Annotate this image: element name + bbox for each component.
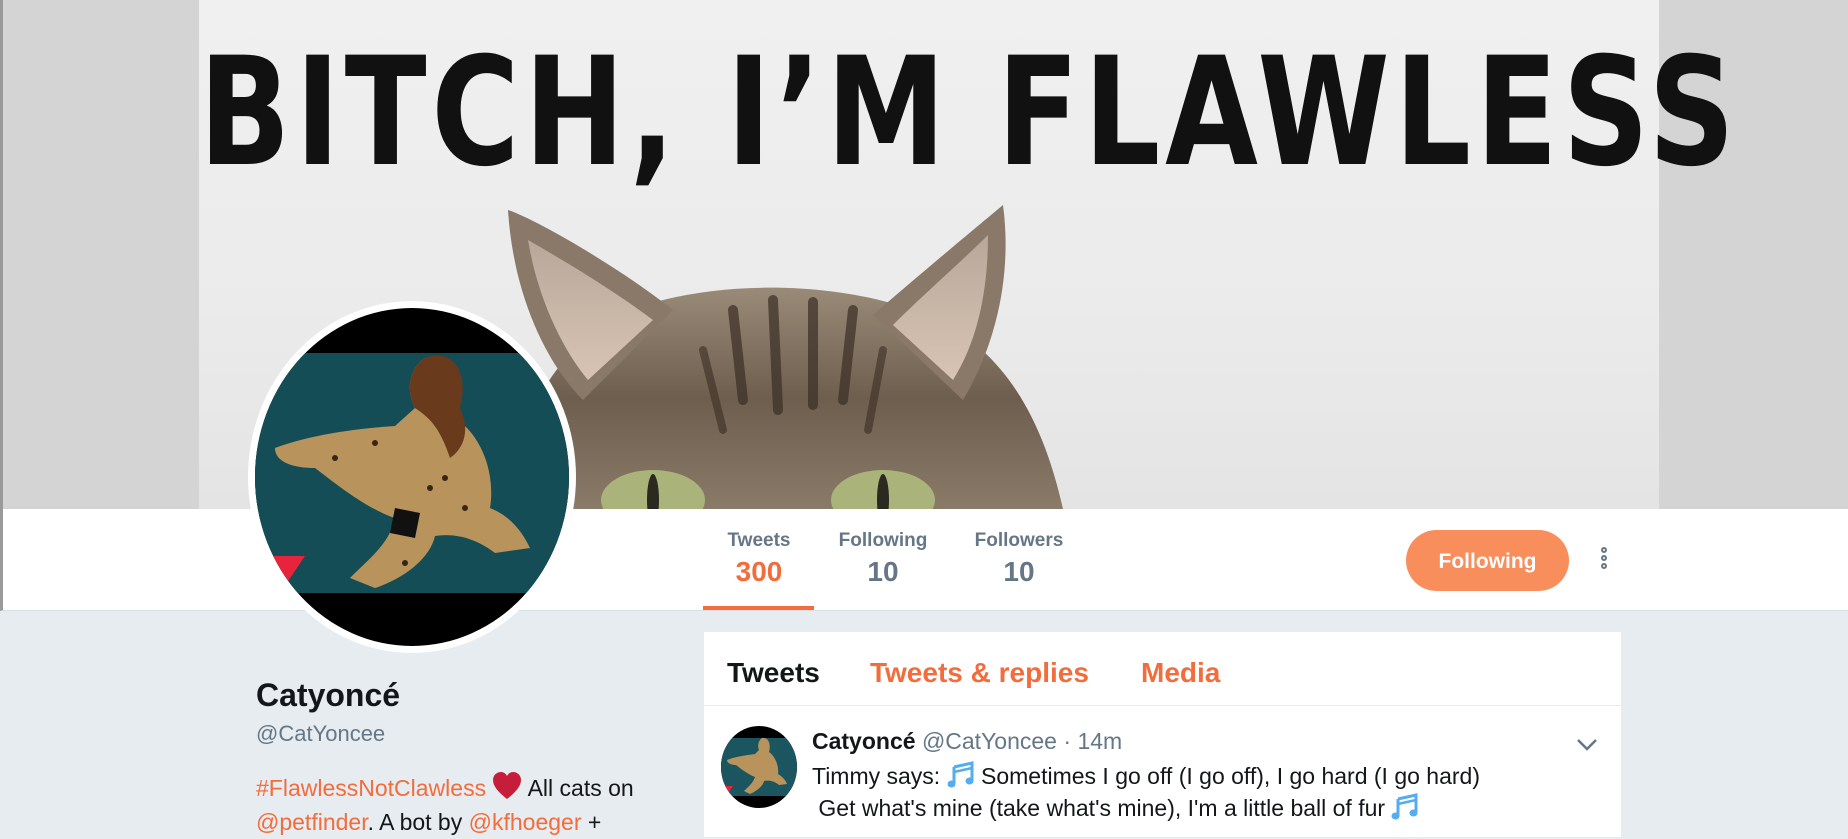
tweet-avatar-photo xyxy=(721,737,797,796)
more-vertical-icon[interactable] xyxy=(1593,546,1615,578)
tweet-avatar[interactable] xyxy=(721,726,797,808)
tweet-separator: · xyxy=(1063,728,1072,754)
following-button[interactable]: Following xyxy=(1406,530,1569,591)
tweet-timestamp[interactable]: 14m xyxy=(1077,728,1122,754)
stat-followers-label: Followers xyxy=(974,530,1064,551)
tweet-body: Timmy says: Sometimes I go off (I go off… xyxy=(812,760,1480,824)
tweet-line1-text: Sometimes I go off (I go off), I go hard… xyxy=(980,763,1480,789)
music-notes-icon xyxy=(1391,793,1418,820)
tweet-item[interactable]: Catyoncé @CatYoncee · 14m Timmy says: So… xyxy=(704,706,1621,837)
bio-mention-petfinder[interactable]: @petfinder xyxy=(256,809,368,835)
stat-following-value: 10 xyxy=(867,556,899,587)
tweet-line1-prefix: Timmy says: xyxy=(812,763,941,789)
stat-tweets[interactable]: Tweets 300 xyxy=(723,529,795,589)
profile-avatar[interactable] xyxy=(248,301,576,653)
profile-handle: @CatYoncee xyxy=(256,721,386,746)
bio-text-3: + xyxy=(587,809,602,835)
bio-mention-kfhoeger[interactable]: @kfhoeger xyxy=(469,809,582,835)
bio-text-1: All cats on xyxy=(527,775,634,801)
stat-tweets-label: Tweets xyxy=(727,530,791,551)
stat-followers-value: 10 xyxy=(1003,556,1035,587)
stat-following[interactable]: Following 10 xyxy=(835,529,931,589)
active-stat-underline xyxy=(703,606,814,610)
heart-icon xyxy=(493,772,522,799)
banner-headline: BITCH, I’M FLAWLESS xyxy=(199,26,1740,200)
tweet-author-name[interactable]: Catyoncé xyxy=(812,728,916,754)
music-notes-icon xyxy=(947,761,974,788)
tab-tweets-replies[interactable]: Tweets & replies xyxy=(870,657,1089,689)
tweet-header: Catyoncé @CatYoncee · 14m xyxy=(812,726,1122,756)
timeline-tabs: Tweets Tweets & replies Media xyxy=(704,632,1621,706)
timeline: Tweets Tweets & replies Media Catyoncé @… xyxy=(704,632,1621,837)
stat-tweets-value: 300 xyxy=(735,556,783,587)
profile-name: Catyoncé xyxy=(256,677,401,713)
tab-media[interactable]: Media xyxy=(1141,657,1220,689)
bio-hashtag-link[interactable]: #FlawlessNotClawless xyxy=(256,775,486,801)
tweet-author-handle[interactable]: @CatYoncee xyxy=(922,728,1057,754)
stat-following-label: Following xyxy=(838,530,928,551)
avatar-image xyxy=(255,308,569,646)
bio-text-2: . A bot by xyxy=(367,809,463,835)
tab-tweets[interactable]: Tweets xyxy=(727,657,820,689)
avatar-photo xyxy=(255,353,569,593)
stat-followers[interactable]: Followers 10 xyxy=(971,529,1067,589)
chevron-down-icon[interactable] xyxy=(1576,738,1598,752)
tweet-line2-text: Get what's mine (take what's mine), I'm … xyxy=(818,795,1386,821)
profile-bio: #FlawlessNotClawless All cats on @petfin… xyxy=(256,771,676,839)
